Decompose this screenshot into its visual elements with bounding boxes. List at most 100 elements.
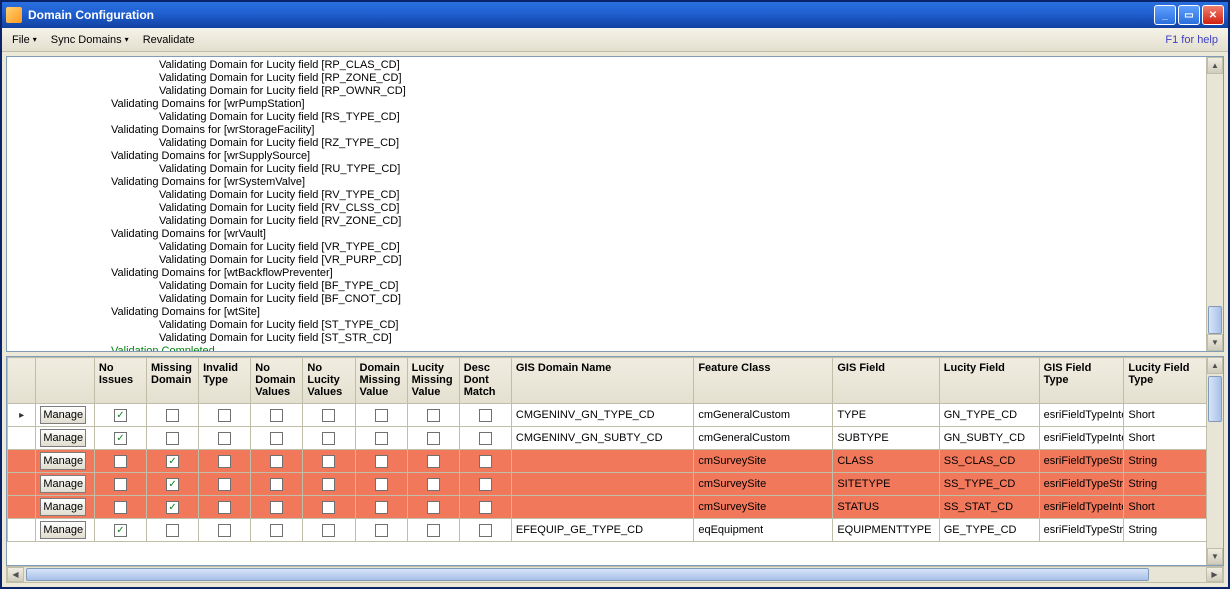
checkbox[interactable] (99, 455, 142, 468)
row-selector[interactable] (8, 427, 36, 450)
app-icon (6, 7, 22, 23)
log-scrollbar[interactable]: ▲ ▼ (1206, 57, 1223, 351)
checkbox[interactable] (203, 409, 246, 422)
checkbox[interactable] (99, 478, 142, 491)
scroll-up-icon[interactable]: ▲ (1207, 357, 1223, 374)
manage-button[interactable]: Manage (40, 521, 86, 539)
checkbox[interactable] (307, 501, 350, 514)
menu-revalidate[interactable]: Revalidate (137, 32, 201, 48)
manage-button[interactable]: Manage (40, 429, 86, 447)
manage-button[interactable]: Manage (40, 452, 86, 470)
minimize-button[interactable]: _ (1154, 5, 1176, 25)
row-selector[interactable] (8, 450, 36, 473)
table-row[interactable]: Manage✓CMGENINV_GN_SUBTY_CDcmGeneralCust… (8, 427, 1207, 450)
checkbox[interactable] (360, 409, 403, 422)
manage-button[interactable]: Manage (40, 498, 86, 516)
scroll-up-icon[interactable]: ▲ (1207, 57, 1223, 74)
grid-scrollbar[interactable]: ▲ ▼ (1206, 357, 1223, 565)
horizontal-scrollbar[interactable]: ◀ ▶ (6, 566, 1224, 583)
checkbox[interactable] (203, 478, 246, 491)
cell-lucity-field: GN_TYPE_CD (939, 404, 1039, 427)
checkbox[interactable] (464, 478, 507, 491)
table-row[interactable]: Manage✓cmSurveySiteSITETYPESS_TYPE_CDesr… (8, 473, 1207, 496)
log-line: Validating Domain for Lucity field [RP_O… (11, 85, 1202, 98)
checkbox[interactable] (255, 501, 298, 514)
checkbox[interactable] (307, 524, 350, 537)
checkbox[interactable] (464, 455, 507, 468)
checkbox[interactable]: ✓ (99, 432, 142, 445)
table-row[interactable]: Manage✓cmSurveySiteCLASSSS_CLAS_CDesriFi… (8, 450, 1207, 473)
manage-button[interactable]: Manage (40, 406, 86, 424)
table-row[interactable]: Manage✓EFEQUIP_GE_TYPE_CDeqEquipmentEQUI… (8, 519, 1207, 542)
checkbox[interactable] (360, 478, 403, 491)
log-line: Validating Domain for Lucity field [RV_T… (11, 189, 1202, 202)
checkbox[interactable] (360, 455, 403, 468)
close-button[interactable]: ✕ (1202, 5, 1224, 25)
scroll-thumb[interactable] (1208, 376, 1222, 422)
cell-gis-domain: EFEQUIP_GE_TYPE_CD (511, 519, 693, 542)
checkbox[interactable] (464, 524, 507, 537)
cell-feature-class: cmSurveySite (694, 496, 833, 519)
checkbox[interactable] (412, 432, 455, 445)
scroll-left-icon[interactable]: ◀ (7, 567, 24, 582)
menu-sync-domains[interactable]: Sync Domains▾ (45, 32, 135, 48)
checkbox[interactable]: ✓ (151, 501, 194, 514)
log-line: Validating Domains for [wrSupplySource] (11, 150, 1202, 163)
checkbox[interactable]: ✓ (99, 409, 142, 422)
checkbox[interactable] (255, 478, 298, 491)
checkbox[interactable] (412, 409, 455, 422)
col-no-issues: No Issues (94, 358, 146, 404)
cell-feature-class: cmSurveySite (694, 473, 833, 496)
col-no-lucity-values: No Lucity Values (303, 358, 355, 404)
checkbox[interactable] (412, 478, 455, 491)
cell-feature-class: cmGeneralCustom (694, 404, 833, 427)
scroll-thumb[interactable] (26, 568, 1149, 581)
checkbox[interactable] (360, 432, 403, 445)
log-line: Validating Domains for [wtSite] (11, 306, 1202, 319)
checkbox[interactable] (203, 524, 246, 537)
checkbox[interactable] (412, 524, 455, 537)
checkbox[interactable] (464, 432, 507, 445)
checkbox[interactable] (360, 524, 403, 537)
scroll-down-icon[interactable]: ▼ (1207, 334, 1223, 351)
cell-lucity-field-type: String (1124, 450, 1206, 473)
checkbox[interactable] (255, 409, 298, 422)
table-row[interactable]: ▸Manage✓CMGENINV_GN_TYPE_CDcmGeneralCust… (8, 404, 1207, 427)
checkbox[interactable] (151, 524, 194, 537)
checkbox[interactable] (412, 455, 455, 468)
row-selector[interactable]: ▸ (8, 404, 36, 427)
checkbox[interactable] (255, 524, 298, 537)
checkbox[interactable] (255, 432, 298, 445)
checkbox[interactable] (464, 409, 507, 422)
checkbox[interactable] (203, 501, 246, 514)
menu-file[interactable]: File▾ (6, 32, 43, 48)
manage-button[interactable]: Manage (40, 475, 86, 493)
checkbox[interactable]: ✓ (99, 524, 142, 537)
checkbox[interactable]: ✓ (151, 478, 194, 491)
checkbox[interactable] (307, 432, 350, 445)
maximize-button[interactable]: ▭ (1178, 5, 1200, 25)
checkbox[interactable] (151, 409, 194, 422)
checkbox[interactable] (203, 455, 246, 468)
scroll-thumb[interactable] (1208, 306, 1222, 334)
checkbox[interactable] (255, 455, 298, 468)
checkbox[interactable] (203, 432, 246, 445)
checkbox[interactable] (99, 501, 142, 514)
checkbox[interactable] (307, 409, 350, 422)
checkbox[interactable] (464, 501, 507, 514)
checkbox[interactable] (151, 432, 194, 445)
row-selector[interactable] (8, 496, 36, 519)
checkbox[interactable] (307, 455, 350, 468)
scroll-right-icon[interactable]: ▶ (1206, 567, 1223, 582)
checkbox[interactable]: ✓ (151, 455, 194, 468)
scroll-down-icon[interactable]: ▼ (1207, 548, 1223, 565)
log-text: Validating Domain for Lucity field [RP_C… (7, 57, 1206, 351)
col-row-selector (8, 358, 36, 404)
row-selector[interactable] (8, 519, 36, 542)
checkbox[interactable] (307, 478, 350, 491)
row-selector[interactable] (8, 473, 36, 496)
table-row[interactable]: Manage✓cmSurveySiteSTATUSSS_STAT_CDesriF… (8, 496, 1207, 519)
checkbox[interactable] (412, 501, 455, 514)
checkbox[interactable] (360, 501, 403, 514)
col-gis-domain-name: GIS Domain Name (511, 358, 693, 404)
